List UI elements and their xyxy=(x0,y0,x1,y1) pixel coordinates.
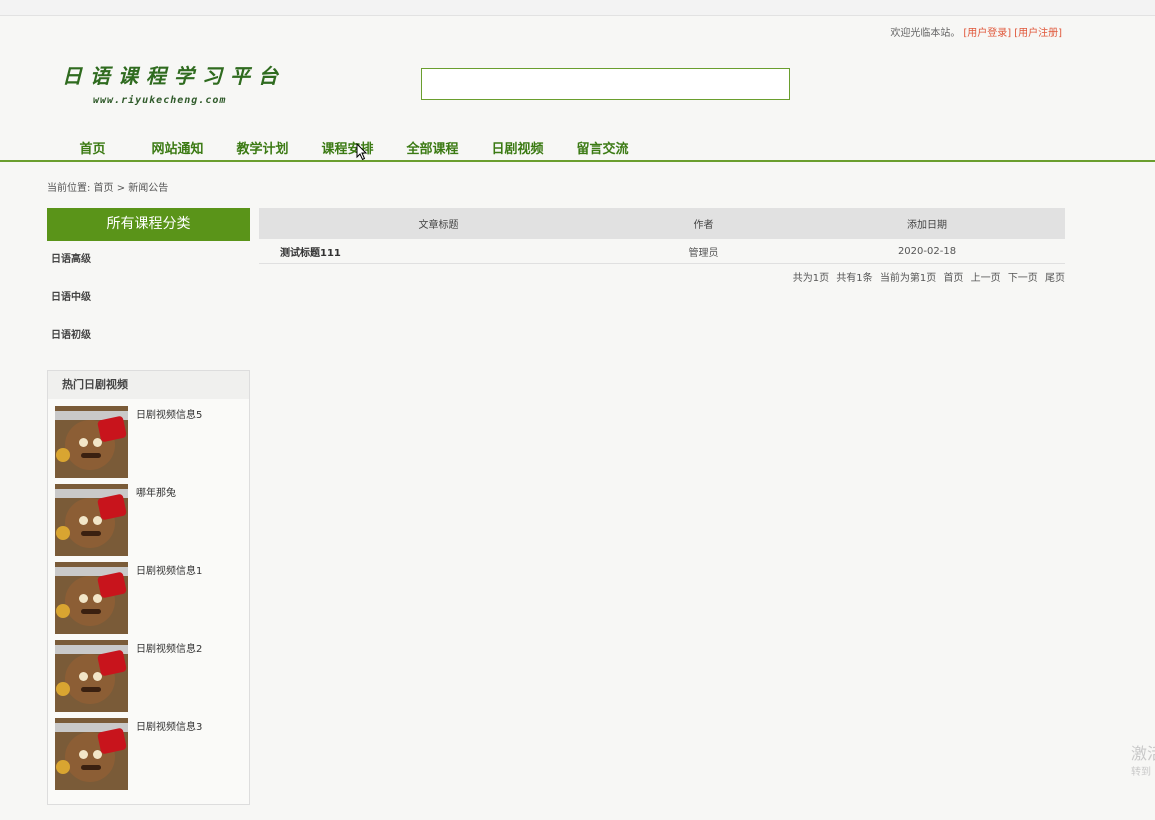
nav-item-all-courses[interactable]: 全部课程 xyxy=(390,138,475,160)
breadcrumb: 当前位置: 首页 > 新闻公告 xyxy=(47,183,169,194)
column-header-title: 文章标题 xyxy=(418,220,459,231)
nav-item-messages[interactable]: 留言交流 xyxy=(560,138,645,160)
browser-top-strip xyxy=(0,0,1155,16)
video-item[interactable]: 日剧视频信息3 xyxy=(48,711,249,790)
nav-item-drama-videos[interactable]: 日剧视频 xyxy=(475,138,560,160)
login-link[interactable]: [用户登录] xyxy=(963,28,1011,39)
video-title[interactable]: 日剧视频信息5 xyxy=(136,406,202,421)
table-row: 测试标题111 管理员 2020-02-18 xyxy=(259,239,1065,264)
nav-item-schedule[interactable]: 课程安排 xyxy=(305,138,390,160)
search-input[interactable] xyxy=(421,68,790,100)
site-logo[interactable]: 日语课程学习平台 www.riyukecheng.com xyxy=(62,60,286,106)
column-header-author: 作者 xyxy=(693,220,714,231)
pager-first-link[interactable]: 首页 xyxy=(943,273,963,284)
nav-item-home[interactable]: 首页 xyxy=(50,138,135,160)
mouse-cursor-icon xyxy=(356,143,368,161)
nav-item-notice[interactable]: 网站通知 xyxy=(135,138,220,160)
hot-videos-panel: 热门日剧视频 日剧视频信息5 哪年那兔 日剧视频信息1 日剧视频信息2 日剧视频… xyxy=(47,370,250,805)
pager-last-link[interactable]: 尾页 xyxy=(1045,273,1065,284)
video-thumbnail[interactable] xyxy=(55,640,128,712)
table-header: 文章标题 作者 添加日期 xyxy=(259,208,1065,239)
nav-divider xyxy=(0,160,1155,162)
category-header: 所有课程分类 xyxy=(47,208,250,241)
welcome-bar: 欢迎光临本站。 [用户登录] [用户注册] xyxy=(890,24,1062,39)
row-author: 管理员 xyxy=(688,247,719,259)
category-sidebar: 所有课程分类 日语高级 日语中级 日语初级 xyxy=(47,208,250,355)
activation-watermark-sub: 转到 xyxy=(1131,767,1151,778)
pager-next-link[interactable]: 下一页 xyxy=(1008,273,1038,284)
category-item-intermediate[interactable]: 日语中级 xyxy=(47,279,250,317)
main-nav: 首页 网站通知 教学计划 课程安排 全部课程 日剧视频 留言交流 xyxy=(50,138,645,160)
video-title[interactable]: 日剧视频信息1 xyxy=(136,562,202,577)
video-item[interactable]: 日剧视频信息1 xyxy=(48,555,249,634)
video-title[interactable]: 哪年那兔 xyxy=(136,484,176,499)
row-title-link[interactable]: 测试标题111 xyxy=(259,244,618,259)
video-thumbnail[interactable] xyxy=(55,406,128,478)
welcome-text: 欢迎光临本站。 xyxy=(890,28,961,39)
logo-url: www.riyukecheng.com xyxy=(93,95,227,106)
nav-item-teaching-plan[interactable]: 教学计划 xyxy=(220,138,305,160)
video-title[interactable]: 日剧视频信息3 xyxy=(136,718,202,733)
pager-current: 当前为第1页 xyxy=(879,273,937,284)
column-header-date: 添加日期 xyxy=(907,220,947,231)
video-item[interactable]: 日剧视频信息2 xyxy=(48,633,249,712)
row-date: 2020-02-18 xyxy=(897,245,957,257)
video-thumbnail[interactable] xyxy=(55,718,128,790)
hot-videos-title: 热门日剧视频 xyxy=(48,371,249,399)
video-item[interactable]: 哪年那兔 xyxy=(48,477,249,556)
category-item-beginner[interactable]: 日语初级 xyxy=(47,317,250,355)
video-thumbnail[interactable] xyxy=(55,562,128,634)
register-link[interactable]: [用户注册] xyxy=(1014,28,1062,39)
pager-total-pages: 共为1页 xyxy=(792,273,830,284)
pager-prev-link[interactable]: 上一页 xyxy=(971,273,1001,284)
activation-watermark: 激活 xyxy=(1131,744,1155,763)
category-item-advanced[interactable]: 日语高级 xyxy=(47,241,250,279)
pagination: 共为1页 共有1条 当前为第1页 首页 上一页 下一页 尾页 xyxy=(789,269,1065,284)
video-title[interactable]: 日剧视频信息2 xyxy=(136,640,202,655)
pager-total-items: 共有1条 xyxy=(836,273,873,284)
news-table: 文章标题 作者 添加日期 测试标题111 管理员 2020-02-18 xyxy=(259,208,1065,264)
logo-title: 日语课程学习平台 xyxy=(62,64,286,88)
video-item[interactable]: 日剧视频信息5 xyxy=(48,399,249,478)
video-thumbnail[interactable] xyxy=(55,484,128,556)
